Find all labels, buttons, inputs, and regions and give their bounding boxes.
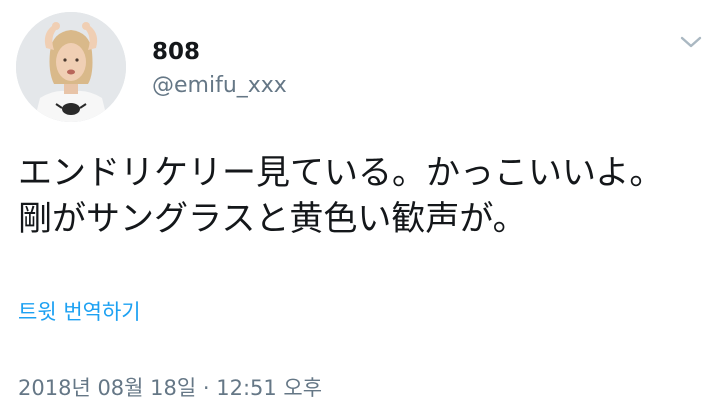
tweet-text: エンドリケリー見ている。かっこいいよ。 剛がサングラスと黄色い歓声が。 xyxy=(18,153,664,239)
chevron-down-icon[interactable] xyxy=(676,30,706,54)
avatar[interactable] xyxy=(16,12,126,122)
user-handle[interactable]: @emifu_xxx xyxy=(152,72,287,100)
avatar-photo xyxy=(16,12,126,122)
translate-tweet-link[interactable]: 트윗 번역하기 xyxy=(18,298,141,326)
display-name[interactable]: 808 xyxy=(152,38,200,66)
tweet-timestamp: 2018년 08월 18일 · 12:51 오후 xyxy=(18,376,323,400)
